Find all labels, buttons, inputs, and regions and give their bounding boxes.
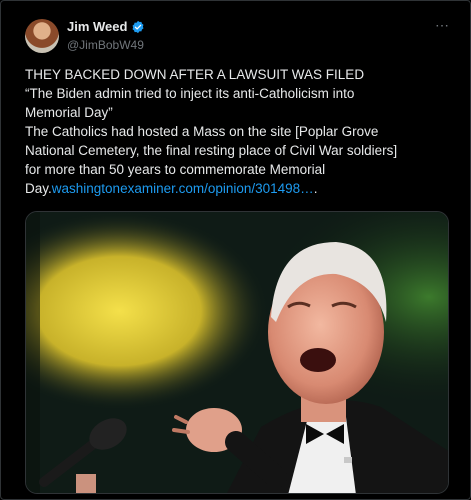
tweet-line-suffix: . — [313, 181, 318, 196]
tweet-media-image[interactable] — [25, 211, 449, 494]
author-display-name[interactable]: Jim Weed — [67, 19, 127, 34]
verified-badge-icon — [132, 20, 144, 33]
more-options-icon[interactable]: ⋯ — [435, 17, 450, 34]
tweet-line-prefix: Day. — [25, 181, 52, 196]
photo-of-man-speaking-icon — [26, 212, 448, 493]
tweet-line: Memorial Day” — [25, 105, 113, 120]
article-link[interactable]: washingtonexaminer.com/opinion/301498… — [52, 181, 314, 196]
tweet-line: National Cemetery, the final resting pla… — [25, 143, 398, 158]
tweet-line-last: Day.washingtonexaminer.com/opinion/30149… — [25, 179, 455, 198]
author-handle[interactable]: @JimBobW49 — [67, 38, 144, 52]
tweet-line: THEY BACKED DOWN AFTER A LAWSUIT WAS FIL… — [25, 67, 365, 82]
tweet-line: The Catholics had hosted a Mass on the s… — [25, 124, 379, 139]
tweet-line: “The Biden admin tried to inject its ant… — [25, 86, 355, 101]
tweet-card[interactable]: Jim Weed @JimBobW49 ⋯ THEY BACKED DOWN A… — [0, 0, 471, 500]
author-name-row: Jim Weed — [67, 19, 145, 34]
author-avatar[interactable] — [25, 19, 59, 53]
tweet-text: THEY BACKED DOWN AFTER A LAWSUIT WAS FIL… — [25, 65, 455, 198]
tweet-line: for more than 50 years to commemorate Me… — [25, 162, 326, 177]
